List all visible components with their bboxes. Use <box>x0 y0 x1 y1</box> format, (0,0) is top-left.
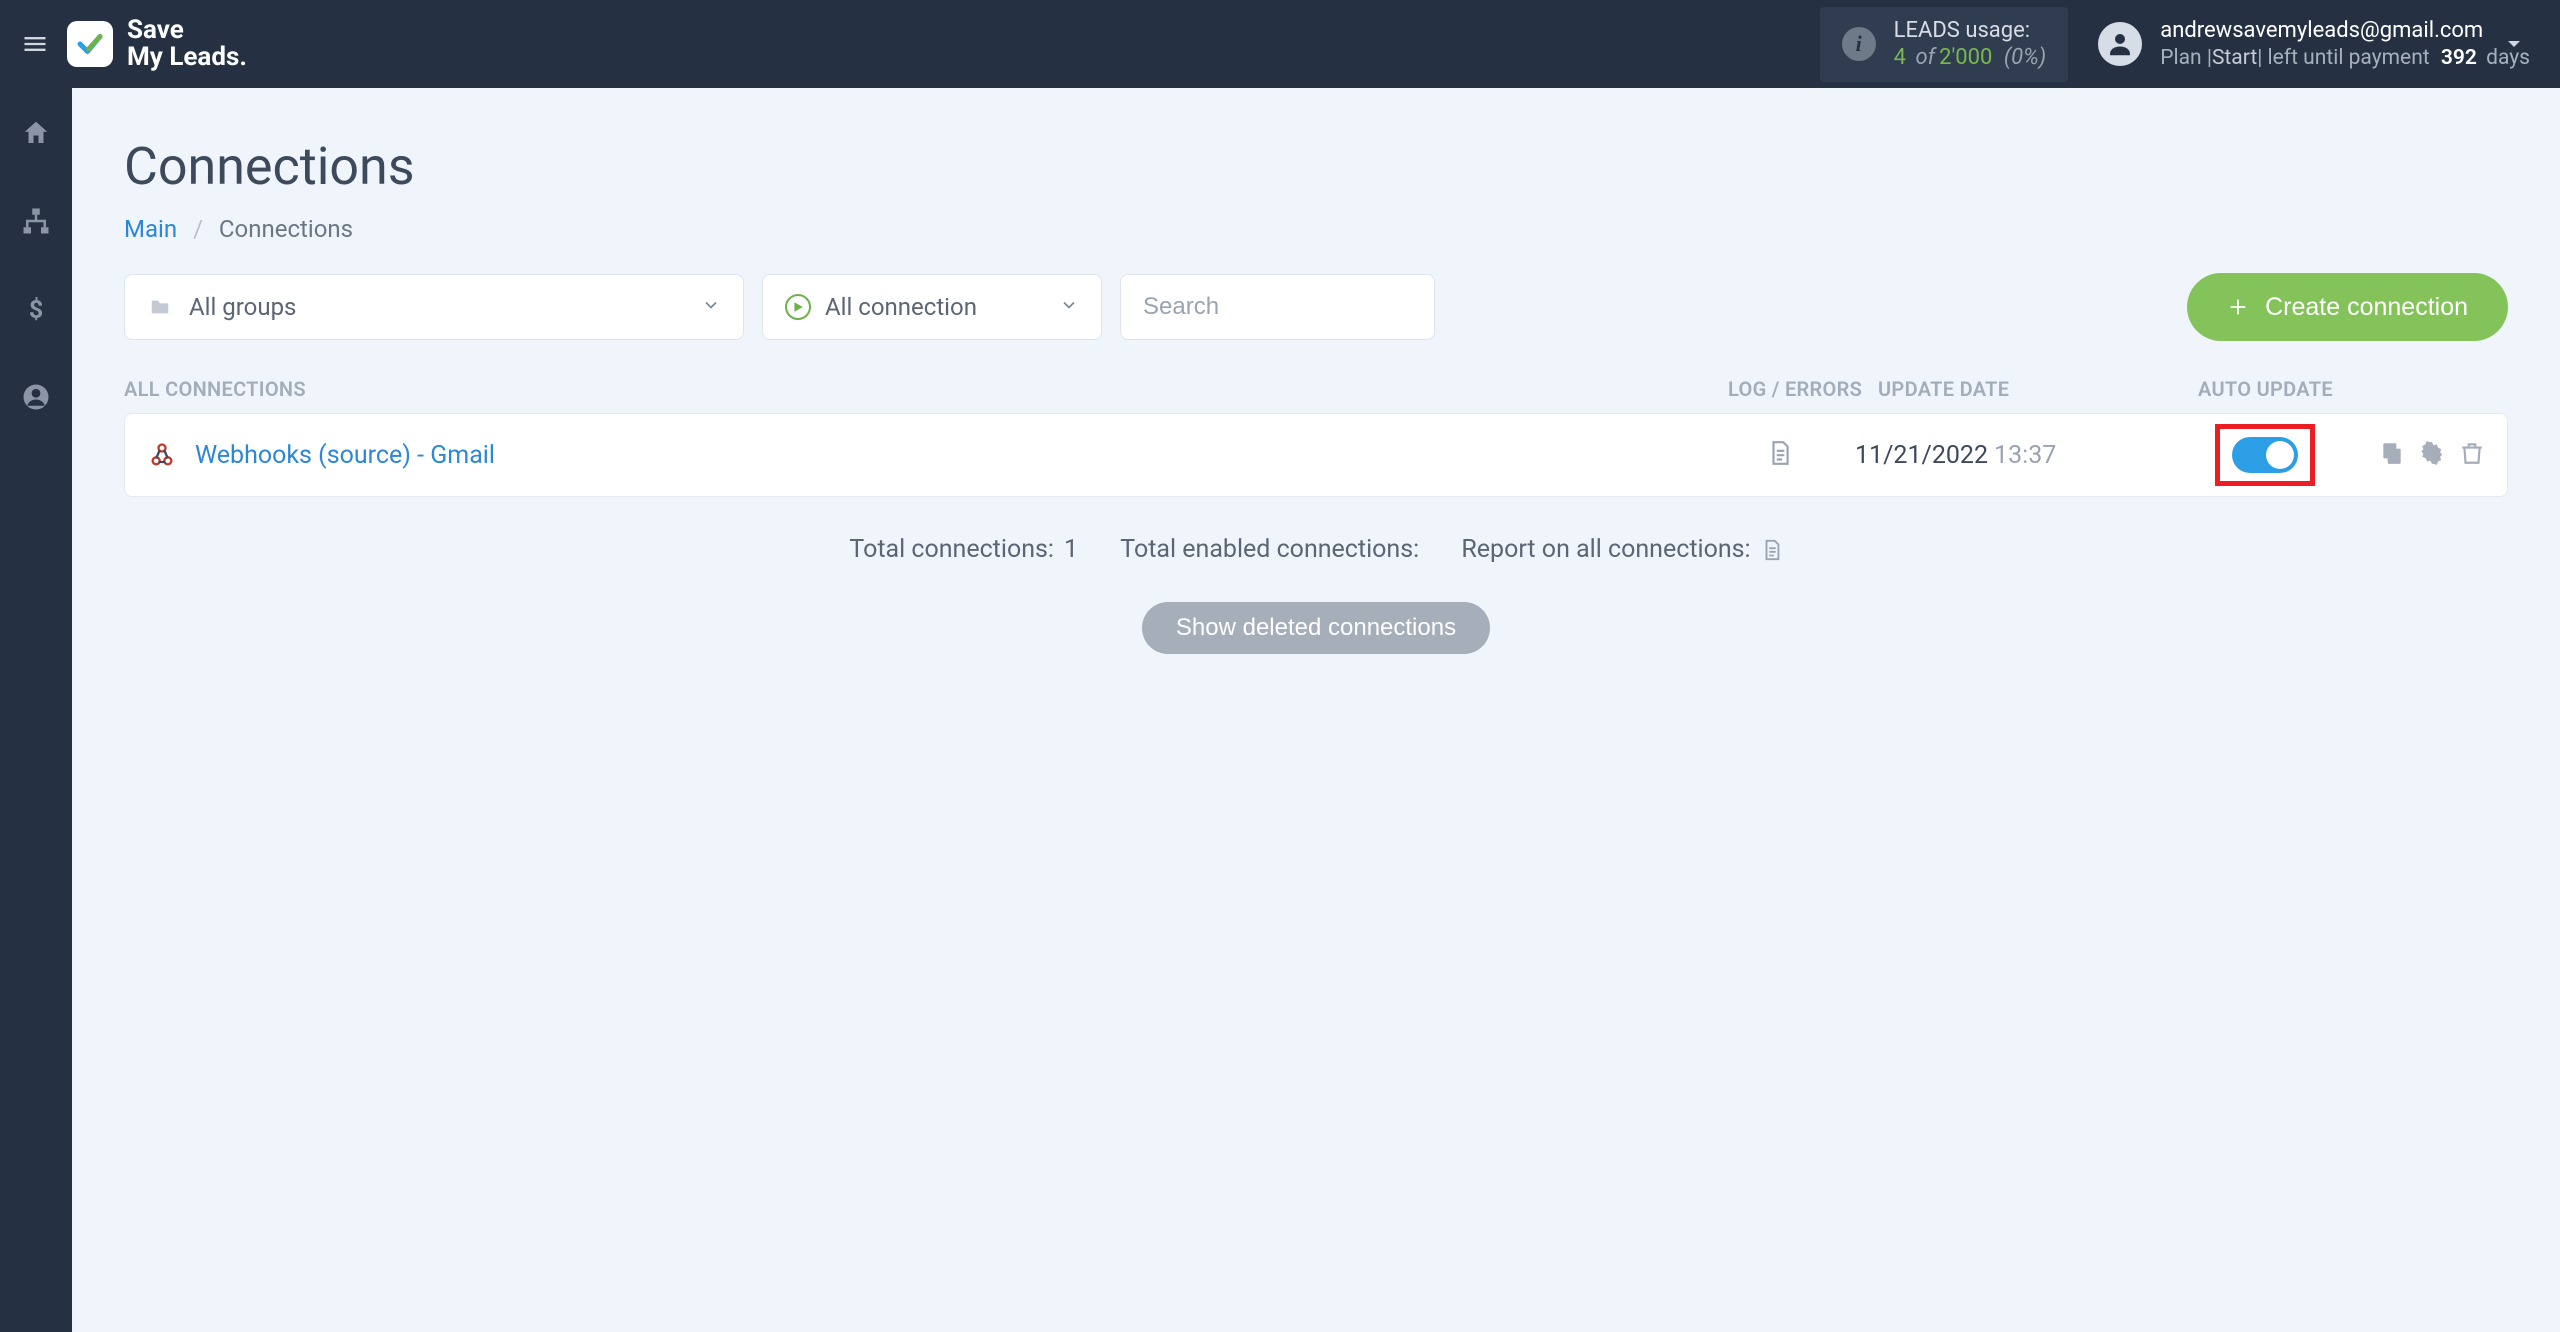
menu-toggle-button[interactable] <box>15 24 55 64</box>
folder-icon <box>147 296 173 318</box>
logo-line2: My Leads <box>127 44 247 71</box>
dollar-icon: $ <box>21 294 51 324</box>
search-input[interactable] <box>1143 293 1412 321</box>
user-plan: Plan |Start| left until payment 392 days <box>2160 45 2530 71</box>
col-auto-update: AUTO UPDATE <box>2198 377 2508 401</box>
user-email: andrewsavemyleads@gmail.com <box>2160 17 2530 45</box>
log-cell[interactable] <box>1705 438 1855 472</box>
groups-select-label: All groups <box>189 293 296 321</box>
logo-text: Save My Leads <box>127 17 247 72</box>
connection-name-link[interactable]: Webhooks (source) - Gmail <box>195 441 495 470</box>
search-box[interactable] <box>1120 274 1435 340</box>
auto-update-toggle[interactable] <box>2232 437 2298 473</box>
checkmark-icon <box>75 29 105 59</box>
settings-button[interactable] <box>2419 440 2445 470</box>
sidebar-item-billing[interactable]: $ <box>0 286 72 332</box>
enabled-connections: Total enabled connections: <box>1120 535 1419 564</box>
person-circle-icon <box>21 382 51 412</box>
user-menu-caret[interactable] <box>2502 32 2530 60</box>
col-all-connections: ALL CONNECTIONS <box>124 377 1728 401</box>
chevron-down-icon <box>2502 32 2526 56</box>
logo[interactable]: Save My Leads <box>67 17 247 72</box>
update-date-cell: 11/21/202213:37 <box>1855 441 2175 470</box>
sidebar-item-home[interactable] <box>0 110 72 156</box>
show-deleted-button[interactable]: Show deleted connections <box>1142 602 1490 654</box>
breadcrumb-sep: / <box>193 215 203 243</box>
groups-select[interactable]: All groups <box>124 274 744 340</box>
connection-filter-label: All connection <box>825 293 977 321</box>
auto-update-highlight <box>2215 424 2315 486</box>
info-icon: i <box>1842 27 1876 61</box>
copy-button[interactable] <box>2379 440 2405 470</box>
gear-icon <box>2419 440 2445 466</box>
home-icon <box>21 118 51 148</box>
leads-usage-box[interactable]: i LEADS usage: 4 of2'000 (0%) <box>1820 7 2069 82</box>
logo-mark <box>67 21 113 67</box>
breadcrumb-main[interactable]: Main <box>124 215 177 243</box>
logo-line1: Save <box>127 17 247 44</box>
play-circle-icon <box>785 294 811 320</box>
columns-header: ALL CONNECTIONS LOG / ERRORS UPDATE DATE… <box>124 365 2508 413</box>
usage-label: LEADS usage: <box>1894 17 2047 45</box>
chevron-down-icon <box>1059 295 1079 315</box>
usage-text: LEADS usage: 4 of2'000 (0%) <box>1894 17 2047 72</box>
copy-icon <box>2379 440 2405 466</box>
trash-icon <box>2459 440 2485 466</box>
webhook-icon <box>147 440 177 470</box>
user-avatar <box>2098 22 2142 66</box>
create-connection-label: Create connection <box>2265 293 2468 322</box>
usage-value: 4 of2'000 (0%) <box>1894 44 2047 72</box>
total-connections: Total connections: 1 <box>849 535 1078 564</box>
user-text: andrewsavemyleads@gmail.com Plan |Start|… <box>2160 17 2530 71</box>
col-update-date: UPDATE DATE <box>1878 377 2198 401</box>
delete-button[interactable] <box>2459 440 2485 470</box>
row-actions <box>2355 440 2485 470</box>
summary-row: Total connections: 1 Total enabled conne… <box>124 535 2508 564</box>
create-connection-button[interactable]: Create connection <box>2187 273 2508 341</box>
report-connections[interactable]: Report on all connections: <box>1461 535 1782 564</box>
svg-text:$: $ <box>29 296 43 324</box>
document-icon <box>1767 438 1793 468</box>
breadcrumb-current: Connections <box>219 215 353 243</box>
top-bar: Save My Leads i LEADS usage: 4 of2'000 (… <box>0 0 2560 88</box>
sitemap-icon <box>21 206 51 236</box>
auto-update-cell <box>2175 424 2355 486</box>
person-icon <box>2105 29 2135 59</box>
document-icon <box>1761 537 1783 563</box>
toolbar: All groups All connection Create connect… <box>124 273 2508 341</box>
connection-row: Webhooks (source) - Gmail 11/21/202213:3… <box>124 413 2508 497</box>
hamburger-icon <box>21 30 49 58</box>
toggle-knob <box>2266 441 2294 469</box>
plus-icon <box>2227 296 2249 318</box>
main-content: Connections Main / Connections All group… <box>72 88 2560 1332</box>
breadcrumb: Main / Connections <box>124 215 2508 243</box>
user-menu[interactable]: andrewsavemyleads@gmail.com Plan |Start|… <box>2098 17 2530 71</box>
chevron-down-icon <box>701 295 721 315</box>
sidebar-item-connections[interactable] <box>0 198 72 244</box>
sidebar: $ <box>0 88 72 1332</box>
col-log: LOG / ERRORS <box>1728 377 1878 401</box>
page-title: Connections <box>124 136 2508 197</box>
connection-filter-select[interactable]: All connection <box>762 274 1102 340</box>
sidebar-item-account[interactable] <box>0 374 72 420</box>
